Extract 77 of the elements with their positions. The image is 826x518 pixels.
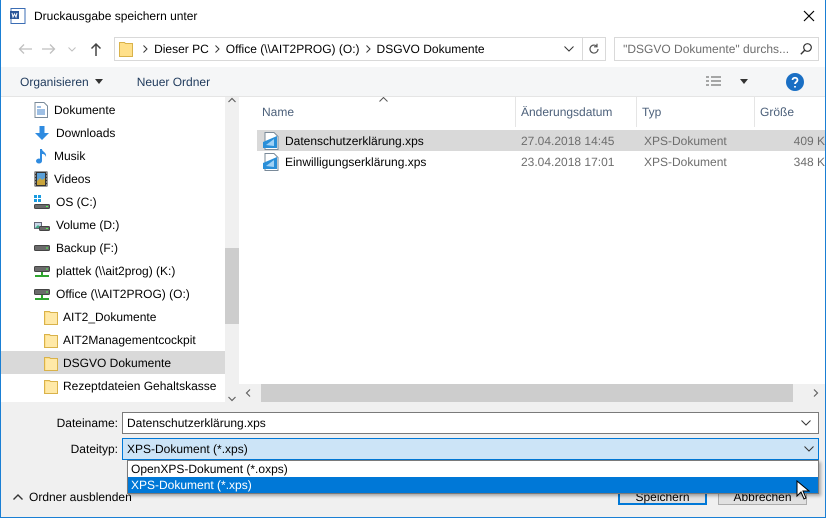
drive-icon — [34, 244, 50, 250]
tree-item[interactable]: Dokumente — [1, 98, 225, 121]
new-folder-button[interactable]: Neuer Ordner — [130, 72, 218, 92]
tree-item[interactable]: Musik — [1, 144, 225, 167]
view-list-icon[interactable] — [706, 76, 722, 88]
download-arrow-icon — [34, 124, 50, 140]
scrollbar[interactable] — [239, 384, 825, 402]
tree-item[interactable]: Office (\\AIT2PROG) (O:) — [1, 282, 225, 305]
caret-icon[interactable] — [801, 420, 811, 426]
tree-item[interactable]: AIT2_Dokumente — [1, 305, 225, 328]
field-label: Dateiname: — [56, 416, 119, 430]
tree-item[interactable]: AIT2Managementcockpit — [1, 328, 225, 351]
file-type-dropdown[interactable]: XPS-Dokument (*.xps) — [122, 438, 819, 460]
document-icon — [263, 132, 279, 150]
chevron-right-icon — [214, 45, 220, 53]
file-type: XPS-Dokument — [643, 154, 728, 168]
column-header[interactable]: Name — [257, 97, 516, 127]
folder-icon — [44, 332, 58, 348]
film-icon — [34, 170, 48, 186]
file-name-field[interactable]: Datenschutzerklärung.xps — [122, 412, 819, 434]
tree-item[interactable]: Rezeptdateien Gehaltskasse — [1, 374, 225, 397]
window-title: Druckausgabe speichern unter — [34, 9, 198, 23]
breadcrumb[interactable]: Dieser PC — [150, 42, 213, 56]
tree-item[interactable]: OS (C:) — [1, 190, 225, 213]
column-header[interactable]: Typ — [637, 97, 755, 127]
caret-icon[interactable] — [804, 446, 814, 452]
scroll-right-icon[interactable] — [813, 389, 819, 397]
file-size: 348 K — [792, 154, 825, 168]
chevron-up-icon — [13, 494, 23, 500]
column-header[interactable]: Änderungsdatum — [516, 97, 637, 127]
document-icon — [34, 102, 48, 118]
folder-icon — [119, 41, 134, 57]
tree-item[interactable]: Videos — [1, 167, 225, 190]
tree-item[interactable]: Volume (D:) — [1, 213, 225, 236]
up-arrow-icon[interactable] — [90, 42, 102, 56]
dropdown-option[interactable]: XPS-Dokument (*.xps) — [128, 477, 818, 493]
file-size: 409 K — [792, 134, 825, 148]
scrollbar[interactable] — [225, 97, 239, 402]
tree-item[interactable]: plattek (\\ait2prog) (K:) — [1, 259, 225, 282]
folder-icon — [44, 378, 58, 394]
file-row[interactable]: Datenschutzerklärung.xps 27.04.2018 14:45 XPS-Dokument 409 K — [257, 130, 825, 151]
tree-item[interactable]: Backup (F:) — [1, 236, 225, 259]
help-icon[interactable] — [786, 72, 804, 90]
breadcrumb[interactable]: Office (\\AIT2PROG) (O:) — [222, 42, 364, 56]
file-name: Datenschutzerklärung.xps — [285, 134, 424, 148]
chevron-right-icon — [366, 45, 371, 53]
tree-item[interactable]: Downloads — [1, 121, 225, 144]
file-type: XPS-Dokument — [643, 134, 728, 148]
caret-icon[interactable] — [564, 46, 574, 52]
drive-icon — [34, 194, 50, 210]
music-note-icon — [34, 148, 48, 164]
caret-icon — [94, 79, 103, 84]
column-header[interactable]: Größe — [755, 97, 825, 127]
chevron-right-icon — [143, 45, 148, 53]
scroll-up-icon[interactable] — [228, 97, 236, 103]
tree-item[interactable]: DSGVO Dokumente — [1, 351, 225, 374]
folder-icon — [44, 308, 58, 324]
scroll-left-icon[interactable] — [245, 389, 251, 397]
file-name: Einwilligungserklärung.xps — [285, 154, 426, 168]
address-bar[interactable]: Dieser PC Office (\\AIT2PROG) (O:) DSGVO Dokumente — [114, 37, 606, 61]
sort-ascending-icon — [379, 97, 388, 102]
search-icon — [800, 43, 812, 55]
file-row[interactable]: Einwilligungserklärung.xps 23.04.2018 17:01 XPS-Dokument 348 K — [257, 151, 825, 172]
organize-menu[interactable]: Organisieren — [13, 72, 110, 92]
breadcrumb[interactable]: DSGVO Dokumente — [372, 42, 489, 56]
close-icon — [803, 10, 815, 22]
modified-date: 27.04.2018 14:45 — [520, 134, 616, 148]
modified-date: 23.04.2018 17:01 — [520, 154, 616, 168]
dropdown-option[interactable]: OpenXPS-Dokument (*.oxps) — [128, 461, 818, 477]
refresh-icon[interactable] — [588, 43, 600, 55]
document-app-icon — [10, 8, 26, 24]
search-field[interactable]: "DSGVO Dokumente" durchs... — [614, 37, 820, 61]
scroll-down-icon[interactable] — [228, 396, 236, 402]
folder-icon — [44, 354, 58, 370]
document-icon — [263, 152, 279, 170]
caret-icon[interactable] — [740, 79, 748, 84]
field-label: Dateityp: — [70, 442, 119, 456]
